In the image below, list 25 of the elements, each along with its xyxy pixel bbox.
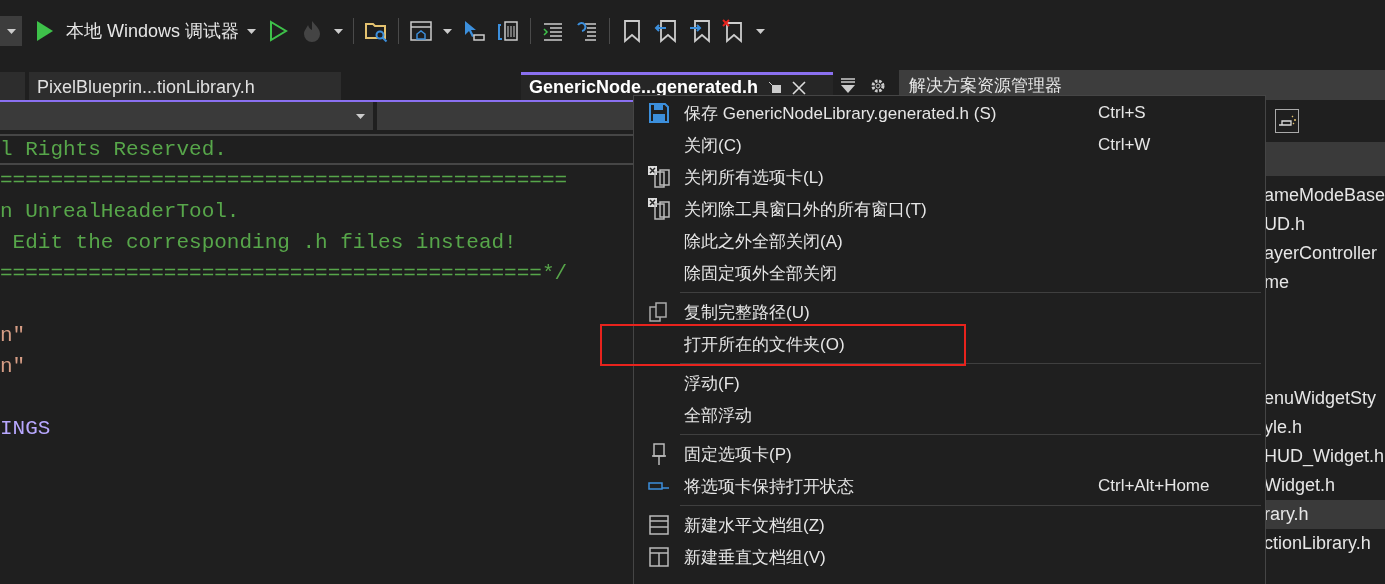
menu-label: 除固定项外全部关闭 [684,262,838,285]
menu-label: 关闭除工具窗口外的所有窗口(T) [684,198,928,221]
code-text: ===========================================*/ [0,262,568,285]
shortcut-text: Ctrl+W [1098,135,1151,155]
code-text: l Rights Reserved. [0,138,227,161]
menu-label: 关闭(C) [684,134,743,157]
menu-label: 除此之外全部关闭(A) [684,230,844,253]
shortcut-text: Ctrl+Alt+Home [1098,476,1210,496]
code-text: INGS [0,417,51,440]
menu-label: 保存 GenericNodeLibrary.generated.h (S) [684,102,998,125]
code-text: n" [0,355,26,378]
code-text: n UnrealHeaderTool. [0,200,240,223]
code-text: n" [0,324,26,347]
menu-label: 新建垂直文档组(V) [684,546,827,569]
menu-label: 新建水平文档组(Z) [684,514,826,537]
menu-label: 全部浮动 [684,404,753,427]
menu-label: 固定选项卡(P) [684,443,793,466]
menu-label: 将选项卡保持打开状态 [684,475,855,498]
shortcut-text: Ctrl+S [1098,103,1146,123]
menu-label: 复制完整路径(U) [684,301,811,324]
code-text: ============================================= [0,169,568,192]
menu-label: 打开所在的文件夹(O) [684,333,846,356]
menu-label: 关闭所有选项卡(L) [684,166,825,189]
menu-label: 浮动(F) [684,372,741,395]
code-text: Edit the corresponding .h files instead! [11,231,517,254]
